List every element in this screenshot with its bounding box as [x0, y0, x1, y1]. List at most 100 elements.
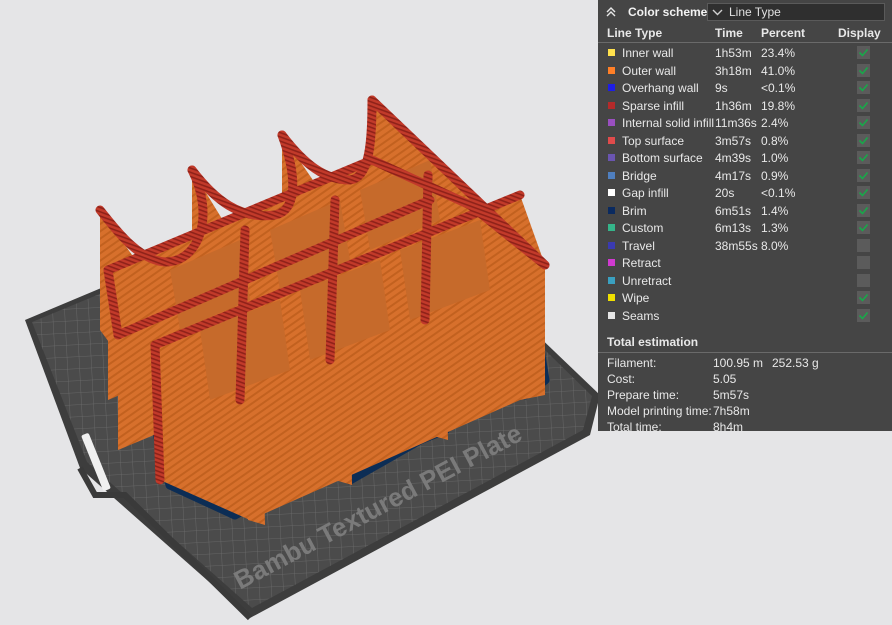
line-type-percent: 1.3% [761, 221, 789, 235]
legend-row: Brim 6m51s 1.4% [598, 202, 892, 220]
line-type-time: 6m51s [715, 203, 752, 218]
display-checkbox[interactable] [857, 168, 870, 182]
total-value: 8h4m [713, 420, 744, 434]
checkmark-icon [858, 48, 869, 57]
cost-value: 5.05 [713, 372, 737, 386]
legend-rows: Inner wall 1h53m 23.4% Outer wall 3h18m 41.0%… [598, 44, 892, 324]
checkmark-icon [858, 83, 869, 92]
color-scheme-value: Line Type [729, 5, 781, 19]
line-type-percent: 1.4% [761, 203, 789, 218]
display-checkbox[interactable] [857, 151, 870, 164]
display-checkbox[interactable] [857, 221, 870, 234]
color-swatch [608, 189, 615, 196]
display-checkbox[interactable] [857, 63, 870, 77]
color-swatch [608, 206, 615, 214]
legend-row: Wipe [598, 289, 892, 307]
legend-row: Bottom surface 4m39s 1.0% [598, 149, 892, 167]
estimation-prepare: Prepare time: 5m57s [598, 387, 892, 403]
line-type-percent: <0.1% [761, 186, 796, 200]
legend-row: Retract [598, 254, 892, 272]
display-checkbox[interactable] [857, 98, 870, 112]
legend-row: Top surface 3m57s 0.8% [598, 132, 892, 150]
display-checkbox[interactable] [857, 116, 870, 129]
line-type-name: Retract [622, 256, 661, 270]
color-swatch [608, 66, 615, 74]
line-type-name: Brim [622, 203, 647, 218]
line-type-name: Outer wall [622, 63, 677, 78]
checkmark-icon [858, 188, 869, 197]
checkmark-icon [858, 118, 869, 127]
line-type-time: 3m57s [715, 133, 752, 148]
legend-column-headers: Line Type Time Percent Display [598, 24, 892, 43]
color-swatch [608, 259, 615, 266]
display-checkbox[interactable] [857, 273, 870, 287]
line-type-percent: 41.0% [761, 63, 796, 78]
line-type-percent: 19.8% [761, 98, 796, 113]
display-checkbox[interactable] [857, 133, 870, 147]
legend-header: Color scheme Line Type [598, 0, 892, 24]
header-display: Display [838, 26, 881, 40]
color-swatch [608, 84, 615, 91]
estimation-total: Total time: 8h4m [598, 419, 892, 435]
legend-row: Outer wall 3h18m 41.0% [598, 62, 892, 80]
checkmark-icon [858, 223, 869, 232]
checkmark-icon [858, 311, 869, 320]
line-type-time: 11m36s [715, 116, 757, 130]
line-type-name: Unretract [622, 273, 672, 288]
line-type-time: 9s [715, 81, 728, 95]
checkmark-icon [858, 153, 869, 162]
display-checkbox[interactable] [857, 308, 870, 322]
line-type-percent: 1.0% [761, 151, 789, 165]
display-checkbox[interactable] [857, 256, 870, 269]
line-type-time: 1h53m [715, 46, 752, 60]
legend-row: Internal solid infill 11m36s 2.4% [598, 114, 892, 132]
line-type-name: Overhang wall [622, 81, 699, 95]
color-scheme-select[interactable]: Line Type [707, 3, 885, 21]
model-label: Model printing time: [607, 404, 712, 418]
filament-weight: 252.53 g [772, 356, 819, 370]
estimation-title: Total estimation [598, 332, 892, 353]
checkmark-icon [858, 66, 869, 75]
header-line-type: Line Type [607, 26, 663, 40]
color-swatch [608, 311, 615, 319]
line-type-name: Custom [622, 221, 664, 235]
line-type-name: Seams [622, 308, 660, 323]
legend-title: Color scheme [628, 5, 708, 19]
legend-panel: Color scheme Line Type Line Type Time Pe… [598, 0, 892, 434]
line-type-time: 1h36m [715, 98, 752, 113]
line-type-name: Bridge [622, 168, 657, 183]
line-type-percent: <0.1% [761, 81, 796, 95]
display-checkbox[interactable] [857, 238, 870, 252]
line-type-percent: 2.4% [761, 116, 789, 130]
line-type-time: 6m13s [715, 221, 752, 235]
total-label: Total time: [607, 420, 662, 434]
header-time: Time [715, 26, 743, 40]
line-type-time: 38m55s [715, 238, 758, 253]
line-type-time: 3h18m [715, 63, 752, 78]
checkmark-icon [858, 171, 869, 180]
line-type-name: Internal solid infill [622, 116, 715, 130]
color-swatch [608, 154, 615, 161]
legend-row: Gap infill 20s <0.1% [598, 184, 892, 202]
color-swatch [608, 101, 615, 109]
color-swatch [608, 171, 615, 179]
color-swatch [608, 119, 615, 126]
collapse-icon[interactable] [604, 5, 618, 19]
display-checkbox[interactable] [857, 81, 870, 94]
display-checkbox[interactable] [857, 46, 870, 59]
checkmark-icon [858, 136, 869, 145]
display-checkbox[interactable] [857, 186, 870, 199]
line-type-time: 4m17s [715, 168, 752, 183]
filament-length: 100.95 m [713, 356, 764, 370]
line-type-name: Gap infill [622, 186, 669, 200]
display-checkbox[interactable] [857, 203, 870, 217]
estimation-model: Model printing time: 7h58m [598, 403, 892, 419]
header-percent: Percent [761, 26, 806, 40]
estimation-filament: Filament: 100.95 m 252.53 g [598, 355, 892, 371]
legend-row: Overhang wall 9s <0.1% [598, 79, 892, 97]
estimation-rows: Filament: 100.95 m 252.53 g Cost: 5.05 P… [598, 353, 892, 435]
display-checkbox[interactable] [857, 291, 870, 304]
prepare-value: 5m57s [713, 388, 750, 402]
line-type-time: 20s [715, 186, 735, 200]
checkmark-icon [858, 101, 869, 110]
